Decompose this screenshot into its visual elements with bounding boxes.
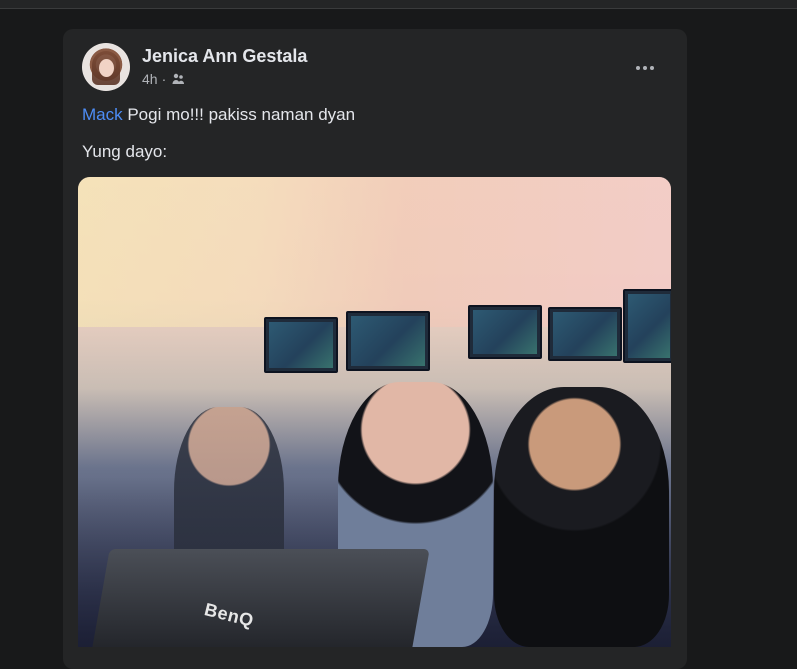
post-text-line-1: Mack Pogi mo!!! pakiss naman dyan (82, 105, 355, 125)
photo-laptop (90, 549, 430, 647)
post-card: Jenica Ann Gestala 4h · Mack Pogi mo!!! … (63, 29, 687, 669)
top-divider (0, 0, 797, 9)
post-text-1-rest: Pogi mo!!! pakiss naman dyan (122, 105, 356, 124)
friends-icon[interactable] (170, 71, 186, 87)
photo-monitor (623, 289, 671, 363)
author-name[interactable]: Jenica Ann Gestala (142, 46, 307, 67)
meta-separator: · (161, 71, 167, 87)
photo-monitor (264, 317, 338, 373)
photo-monitor (346, 311, 430, 371)
post-text-line-2: Yung dayo: (82, 142, 168, 161)
photo-monitor (548, 307, 622, 361)
more-options-icon (635, 58, 655, 76)
photo-wall (78, 177, 671, 327)
post-time[interactable]: 4h (142, 71, 158, 87)
photo-monitor (468, 305, 542, 359)
avatar-face (99, 59, 114, 77)
photo-person-right (494, 387, 669, 647)
more-options-button[interactable] (629, 51, 661, 83)
post-meta: 4h · (142, 71, 186, 87)
mention-link[interactable]: Mack (82, 105, 123, 124)
author-avatar[interactable] (82, 43, 130, 91)
post-photo[interactable]: BenQ (78, 177, 671, 647)
